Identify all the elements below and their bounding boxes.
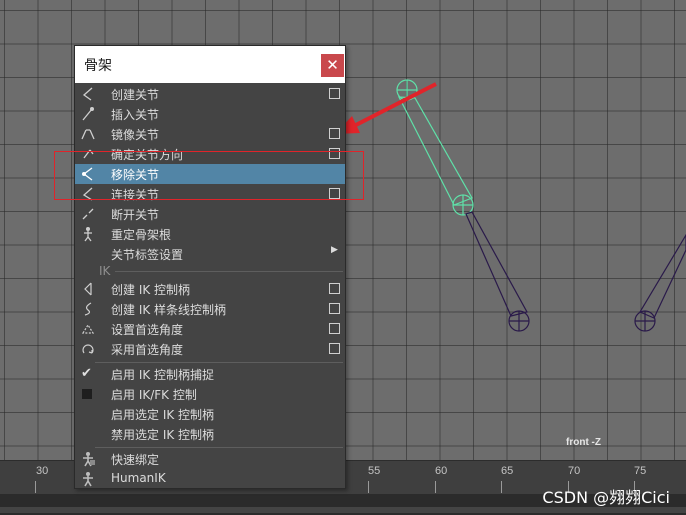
menu-item-disconnect-joint[interactable]: 断开关节 — [75, 204, 345, 224]
menu-item-enable-selected-ik[interactable]: 启用选定 IK 控制柄 — [75, 404, 345, 424]
ik-handle-icon — [84, 282, 92, 296]
option-box-icon[interactable] — [329, 323, 340, 334]
timeline-tick — [435, 481, 436, 493]
menu-item-label: 创建 IK 样条线控制柄 — [111, 303, 227, 317]
ik-spline-icon — [84, 302, 92, 316]
menu-item-label: 镜像关节 — [111, 128, 160, 142]
create-joint-icon — [82, 87, 93, 101]
watermark: CSDN @翙翙Cici — [542, 488, 670, 507]
menu-item-label: HumanIK — [111, 471, 166, 485]
quick-rig-icon — [83, 452, 95, 467]
menu-item-create-ik-spline[interactable]: 创建 IK 样条线控制柄 — [75, 299, 345, 319]
menu-item-joint-labelling[interactable]: 关节标签设置 ▶ — [75, 244, 345, 264]
menu-item-label: 创建关节 — [111, 88, 160, 102]
set-preferred-angle-icon — [81, 323, 95, 334]
tick-label: 70 — [568, 465, 581, 477]
menu-item-humanik[interactable]: HumanIK — [75, 469, 345, 489]
menu-item-label: 采用首选角度 — [111, 343, 184, 357]
submenu-arrow-icon: ▶ — [331, 245, 338, 255]
menu-item-label: 启用选定 IK 控制柄 — [111, 408, 215, 422]
timeline-tick — [501, 481, 502, 493]
assume-preferred-angle-icon — [82, 344, 94, 354]
menu-item-label: 创建 IK 控制柄 — [111, 283, 191, 297]
close-button[interactable]: ✕ — [321, 54, 344, 77]
insert-joint-icon — [82, 107, 94, 121]
menu-item-create-ik-handle[interactable]: 创建 IK 控制柄 — [75, 279, 345, 299]
timeline-tick — [368, 481, 369, 493]
menu-item-label: 插入关节 — [111, 108, 160, 122]
disconnect-joint-icon — [82, 208, 94, 220]
menu-item-label: 断开关节 — [111, 208, 160, 222]
mirror-joint-icon — [81, 129, 95, 140]
menu-item-label: 快速绑定 — [111, 453, 160, 467]
timeline-tick — [35, 481, 36, 493]
menu-item-assume-preferred-angle[interactable]: 采用首选角度 — [75, 339, 345, 359]
menu-item-disable-selected-ik[interactable]: 禁用选定 IK 控制柄 — [75, 424, 345, 444]
option-box-icon[interactable] — [329, 303, 340, 314]
camera-label: front -Z — [566, 437, 601, 448]
option-box-icon[interactable] — [329, 88, 340, 99]
menu-item-label: 启用 IK 控制柄捕捉 — [111, 368, 215, 382]
separator — [95, 362, 343, 363]
humanik-icon — [83, 472, 93, 487]
annotation-highlight-box — [54, 151, 364, 200]
menu-item-insert-joint[interactable]: 插入关节 — [75, 104, 345, 124]
option-box-icon[interactable] — [329, 128, 340, 139]
skeleton-menu-window: 骨架 ✕ 创建关节 插入关节 镜像关节 确定关节方向 移除关节 连接关节 断开关… — [74, 45, 346, 489]
menu-item-label: 设置首选角度 — [111, 323, 184, 337]
unchecked-box-icon — [82, 389, 92, 399]
menu-item-ik-fk-control[interactable]: 启用 IK/FK 控制 — [75, 384, 345, 404]
tick-label: 60 — [435, 465, 448, 477]
menu-item-label: 重定骨架根 — [111, 228, 172, 242]
menu-item-label: 启用 IK/FK 控制 — [111, 388, 197, 402]
option-box-icon[interactable] — [329, 283, 340, 294]
checkmark-icon: ✔ — [81, 366, 92, 381]
separator — [115, 271, 343, 272]
section-label-ik: IK — [99, 264, 111, 278]
menu-item-mirror-joint[interactable]: 镜像关节 — [75, 124, 345, 144]
menu-item-quick-rig[interactable]: 快速绑定 — [75, 449, 345, 469]
menu-item-label: 关节标签设置 — [111, 248, 184, 262]
tick-label: 65 — [501, 465, 514, 477]
option-box-icon[interactable] — [329, 343, 340, 354]
menu-title: 骨架 — [84, 58, 112, 74]
menu-item-reroot-skeleton[interactable]: 重定骨架根 — [75, 224, 345, 244]
menu-titlebar[interactable]: 骨架 ✕ — [75, 46, 345, 83]
tick-label: 30 — [36, 465, 49, 477]
tick-label: 55 — [368, 465, 381, 477]
menu-item-set-preferred-angle[interactable]: 设置首选角度 — [75, 319, 345, 339]
tick-label: 75 — [634, 465, 647, 477]
reroot-skeleton-icon — [84, 227, 92, 242]
menu-item-ik-handle-snap[interactable]: ✔ 启用 IK 控制柄捕捉 — [75, 364, 345, 384]
joint-chain — [465, 211, 686, 332]
menu-item-label: 禁用选定 IK 控制柄 — [111, 428, 215, 442]
menu-item-create-joint[interactable]: 创建关节 — [75, 84, 345, 104]
separator — [95, 447, 343, 448]
